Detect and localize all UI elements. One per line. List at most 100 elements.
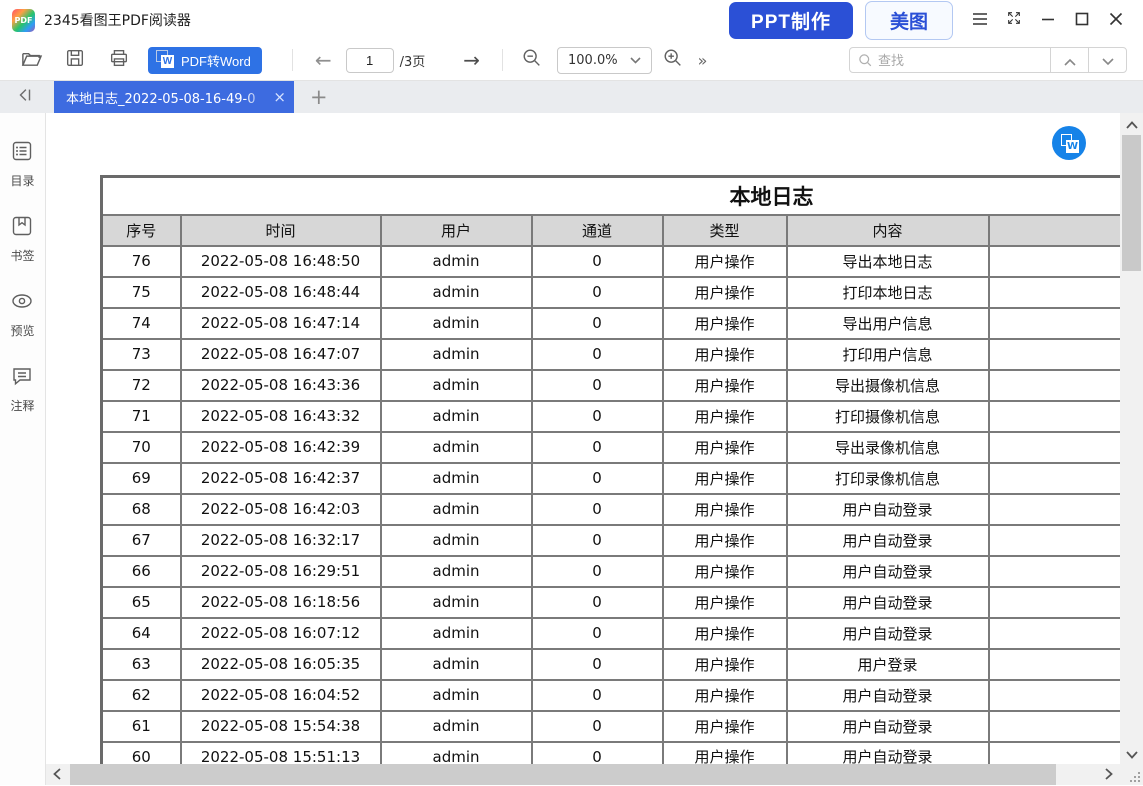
left-sidebar: 目录 书签 预览 注释 <box>0 113 46 785</box>
table-cell: admin <box>381 649 532 680</box>
table-row: 642022-05-08 16:07:12admin0用户操作用户自动登录 <box>102 618 1121 649</box>
main-area: 目录 书签 预览 注释 W <box>0 113 1143 785</box>
header-cell: 类型 <box>663 215 787 246</box>
table-cell: 用户操作 <box>663 680 787 711</box>
divider <box>292 49 293 71</box>
table-cell: 打印摄像机信息 <box>787 401 989 432</box>
maximize-button[interactable] <box>1065 5 1099 35</box>
scroll-up-button[interactable] <box>1120 113 1143 134</box>
table-cell: 用户操作 <box>663 618 787 649</box>
expand-icon <box>1006 10 1022 30</box>
table-cell: 66 <box>102 556 181 587</box>
save-button[interactable] <box>60 45 90 75</box>
table-cell: 导出摄像机信息 <box>787 370 989 401</box>
table-cell: 用户操作 <box>663 401 787 432</box>
vertical-scrollbar[interactable] <box>1120 113 1143 764</box>
tab-title: 本地日志_2022-05-08-16-49-0 <box>66 88 269 107</box>
table-cell: 2022-05-08 16:07:12 <box>181 618 381 649</box>
chevron-down-icon <box>630 53 641 68</box>
document-tab[interactable]: 本地日志_2022-05-08-16-49-0 × <box>54 81 294 113</box>
print-button[interactable] <box>104 45 134 75</box>
zoom-in-button[interactable] <box>658 45 688 75</box>
table-cell: 69 <box>102 463 181 494</box>
meitu-button[interactable]: 美图 <box>865 1 953 40</box>
table-cell: 0 <box>532 711 663 742</box>
hamburger-icon <box>972 11 988 30</box>
table-cell: 用户操作 <box>663 587 787 618</box>
ppt-make-button[interactable]: PPT制作 <box>729 2 853 39</box>
table-cell: 用户操作 <box>663 556 787 587</box>
table-cell: 导出录像机信息 <box>787 432 989 463</box>
previous-page-button[interactable]: ← <box>315 50 332 70</box>
sidebar-item-label: 书签 <box>10 247 34 264</box>
table-cell: 导出本地日志 <box>787 246 989 277</box>
table-cell: 71 <box>102 401 181 432</box>
table-cell: 76 <box>102 246 181 277</box>
table-cell: 用户自动登录 <box>787 587 989 618</box>
scroll-down-button[interactable] <box>1120 743 1143 764</box>
table-cell: 打印本地日志 <box>787 277 989 308</box>
table-cell: 用户自动登录 <box>787 525 989 556</box>
sidebar-item-preview[interactable]: 预览 <box>10 289 34 339</box>
table-cell: 0 <box>532 649 663 680</box>
resize-grip[interactable] <box>1120 764 1143 785</box>
sidebar-item-label: 注释 <box>10 397 34 414</box>
table-cell: 2022-05-08 16:05:35 <box>181 649 381 680</box>
tab-close-icon[interactable]: × <box>273 88 286 106</box>
pdf-to-word-float-button[interactable]: W <box>1052 126 1086 160</box>
sidebar-item-comments[interactable]: 注释 <box>10 364 34 414</box>
table-cell: 用户自动登录 <box>787 618 989 649</box>
page-number-input[interactable] <box>346 48 394 73</box>
table-cell: 0 <box>532 432 663 463</box>
next-page-button[interactable]: → <box>463 50 480 70</box>
word-doc-icon: W <box>159 53 174 68</box>
zoom-out-button[interactable] <box>517 45 547 75</box>
table-cell: 打印用户信息 <box>787 339 989 370</box>
table-cell: 2022-05-08 16:47:07 <box>181 339 381 370</box>
table-cell: 73 <box>102 339 181 370</box>
open-file-button[interactable] <box>16 45 46 75</box>
table-cell <box>989 370 1121 401</box>
sidebar-item-toc[interactable]: 目录 <box>10 139 34 189</box>
minimize-icon <box>1041 11 1055 30</box>
sidebar-item-bookmarks[interactable]: 书签 <box>10 214 34 264</box>
scroll-left-button[interactable] <box>46 764 68 785</box>
find-previous-button[interactable] <box>1051 48 1088 72</box>
close-button[interactable] <box>1099 5 1133 35</box>
horizontal-scroll-thumb[interactable] <box>70 764 1056 785</box>
find-next-button[interactable] <box>1089 48 1126 72</box>
table-row: 692022-05-08 16:42:37admin0用户操作打印录像机信息 <box>102 463 1121 494</box>
new-tab-button[interactable]: + <box>310 87 328 108</box>
main-menu-button[interactable] <box>963 5 997 35</box>
table-cell: 0 <box>532 556 663 587</box>
table-cell: 68 <box>102 494 181 525</box>
table-cell: 0 <box>532 680 663 711</box>
fullscreen-button[interactable] <box>997 5 1031 35</box>
more-tools-button[interactable]: » <box>698 51 708 70</box>
table-cell: 2022-05-08 16:04:52 <box>181 680 381 711</box>
minimize-button[interactable] <box>1031 5 1065 35</box>
table-cell: 打印录像机信息 <box>787 463 989 494</box>
pdf-to-word-button[interactable]: W PDF转Word <box>148 47 262 74</box>
table-cell: 0 <box>532 246 663 277</box>
header-cell <box>989 215 1121 246</box>
table-cell: admin <box>381 246 532 277</box>
scroll-right-button[interactable] <box>1098 764 1120 785</box>
table-cell: 用户操作 <box>663 246 787 277</box>
table-cell <box>989 587 1121 618</box>
vertical-scroll-thumb[interactable] <box>1122 135 1141 271</box>
table-cell: 用户操作 <box>663 494 787 525</box>
table-cell: 65 <box>102 587 181 618</box>
collapse-panel-button[interactable] <box>12 84 38 110</box>
zoom-level-dropdown[interactable]: 100.0% <box>557 47 652 74</box>
table-cell: 0 <box>532 587 663 618</box>
right-rail <box>1120 113 1143 785</box>
sidebar-item-label: 预览 <box>10 322 34 339</box>
app-logo-icon: PDF <box>12 9 35 32</box>
table-cell: 用户自动登录 <box>787 711 989 742</box>
table-body: 762022-05-08 16:48:50admin0用户操作导出本地日志752… <box>102 246 1121 773</box>
table-cell: 75 <box>102 277 181 308</box>
search-input[interactable] <box>878 53 1050 68</box>
horizontal-scrollbar[interactable] <box>46 764 1120 785</box>
search-group <box>849 47 1127 73</box>
